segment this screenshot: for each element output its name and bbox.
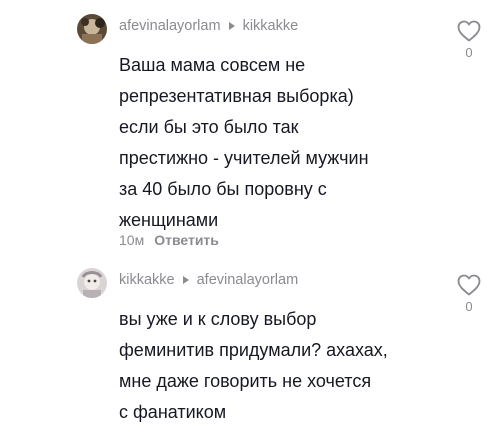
comment-header: afevinalayorlam kikkakke [119,15,298,37]
like-count: 0 [465,45,473,60]
comment-header: kikkakke afevinalayorlam [119,269,298,291]
avatar[interactable] [77,14,107,44]
comment-text: вы уже и к слову выбор феминитив придума… [119,309,388,422]
heart-outline-icon [457,274,481,296]
comment-meta: 10м Ответить [119,232,219,248]
reply-arrow-icon [228,22,235,30]
username[interactable]: afevinalayorlam [119,18,221,34]
avatar[interactable] [77,268,107,298]
reply-to-username[interactable]: kikkakke [243,18,299,34]
reply-button[interactable]: Ответить [154,232,219,248]
comment-time: 10м [119,232,145,248]
reply-to-username[interactable]: afevinalayorlam [197,272,299,288]
username[interactable]: kikkakke [119,272,175,288]
like-button[interactable]: 0 [455,274,483,314]
like-button[interactable]: 0 [455,20,483,60]
comment-text: Ваша мама совсем не репрезентативная выб… [119,55,369,230]
like-count: 0 [465,299,473,314]
reply-arrow-icon [182,276,189,284]
heart-outline-icon [457,20,481,42]
